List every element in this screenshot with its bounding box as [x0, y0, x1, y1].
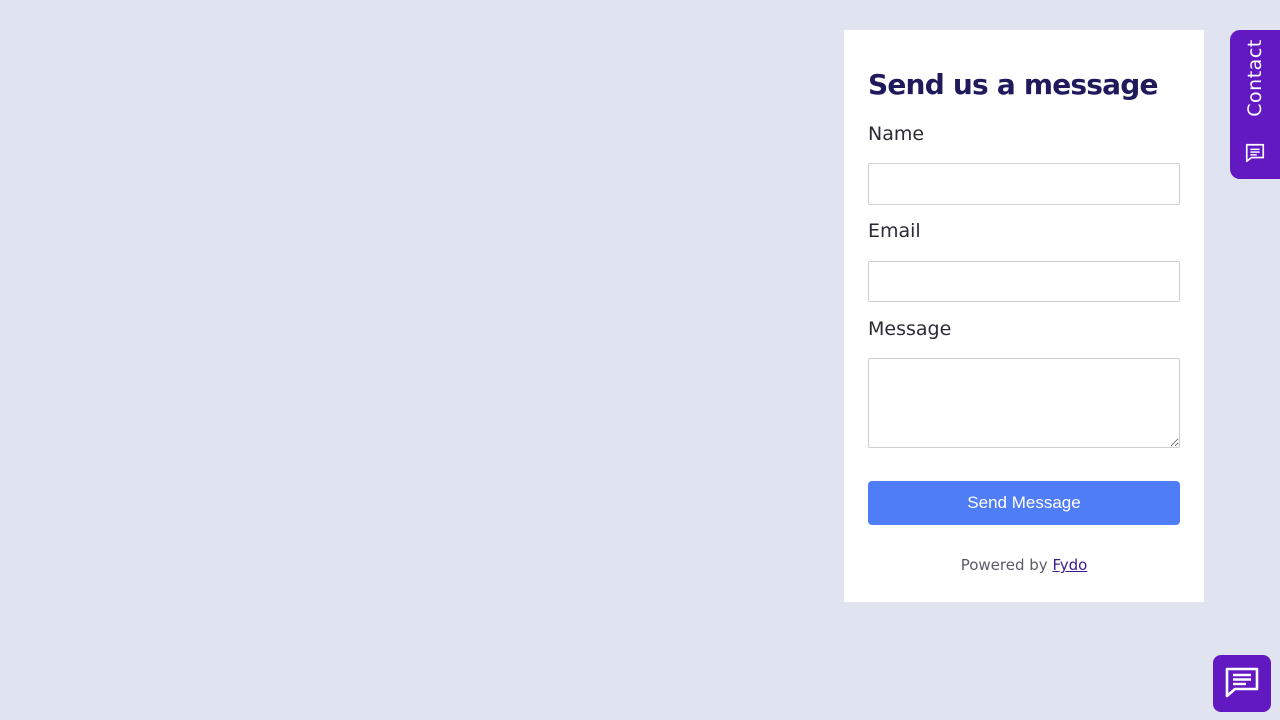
send-message-button[interactable]: Send Message — [868, 481, 1180, 525]
powered-by-text: Powered by — [960, 556, 1053, 574]
chat-icon — [1225, 667, 1259, 698]
email-label: Email — [868, 220, 921, 242]
contact-tab[interactable]: Contact — [1230, 30, 1280, 179]
powered-by: Powered by Fydo — [844, 556, 1204, 574]
chat-launcher-button[interactable] — [1213, 655, 1271, 712]
name-label: Name — [868, 123, 925, 145]
fydo-link[interactable]: Fydo — [1052, 556, 1087, 574]
message-textarea[interactable] — [868, 358, 1180, 448]
name-input[interactable] — [868, 163, 1180, 205]
contact-tab-label: Contact — [1244, 39, 1266, 117]
message-label: Message — [868, 318, 952, 340]
chat-icon — [1245, 143, 1265, 163]
form-title: Send us a message — [868, 68, 1159, 101]
email-input[interactable] — [868, 261, 1180, 302]
contact-form-panel: Send us a message Name Email Message Sen… — [844, 30, 1204, 602]
